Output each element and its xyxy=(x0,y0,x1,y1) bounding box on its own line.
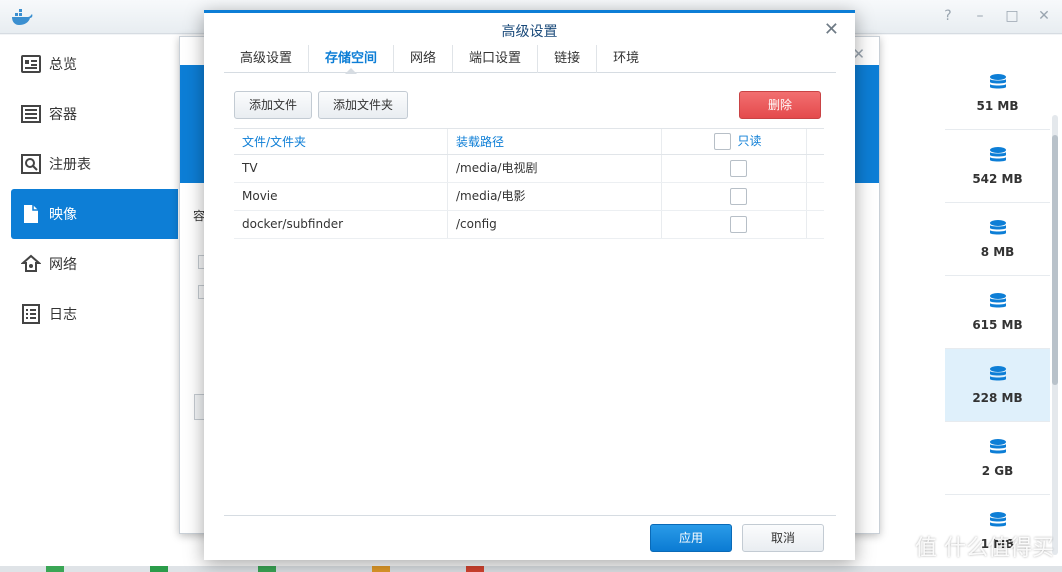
read-only-checkbox[interactable] xyxy=(729,188,747,205)
advanced-settings-dialog: 高级设置 ✕ 高级设置 存储空间 网络 端口设置 链接 环境 添加文件 添加文件… xyxy=(204,10,855,560)
list-item[interactable]: 542 MB xyxy=(945,130,1050,203)
footer-divider xyxy=(224,515,836,516)
taskbar-app-icon[interactable] xyxy=(150,566,168,572)
tab-port-settings[interactable]: 端口设置 xyxy=(453,45,539,73)
sidebar-item-label: 映像 xyxy=(49,207,77,223)
tab-network[interactable]: 网络 xyxy=(394,45,454,73)
sidebar-item-log[interactable]: 日志 xyxy=(11,289,179,339)
watermark: 值 什么值得买 xyxy=(915,530,1054,562)
database-icon xyxy=(989,74,1006,89)
list-item[interactable]: 2 GB xyxy=(945,422,1050,495)
read-only-cell xyxy=(662,211,807,238)
minimize-icon[interactable]: – xyxy=(972,8,988,24)
log-icon xyxy=(21,304,41,324)
sidebar-item-label: 网络 xyxy=(49,257,77,273)
help-icon[interactable]: ? xyxy=(940,8,956,24)
image-size: 615 MB xyxy=(972,318,1023,332)
image-size: 51 MB xyxy=(976,99,1019,113)
file-cell: Movie xyxy=(234,183,448,210)
cancel-button[interactable]: 取消 xyxy=(742,524,824,552)
add-file-button[interactable]: 添加文件 xyxy=(234,91,312,119)
list-item[interactable]: 615 MB xyxy=(945,276,1050,349)
taskbar-app-icon[interactable] xyxy=(46,566,64,572)
database-icon xyxy=(989,293,1006,308)
list-item[interactable]: 51 MB xyxy=(945,57,1050,130)
sidebar-item-container[interactable]: 容器 xyxy=(11,89,179,139)
list-item[interactable]: 228 MB xyxy=(945,349,1050,422)
image-size: 542 MB xyxy=(972,172,1023,186)
column-filler xyxy=(807,129,824,154)
mount-path-cell: /media/电视剧 xyxy=(448,155,662,182)
database-icon xyxy=(989,147,1006,162)
database-icon xyxy=(989,439,1006,454)
sidebar-item-label: 注册表 xyxy=(49,157,91,173)
database-icon xyxy=(989,220,1006,235)
volume-table: 文件/文件夹 装载路径 只读 TV /media/电视剧 Movie /medi… xyxy=(234,128,824,239)
read-only-cell xyxy=(662,155,807,182)
read-only-checkbox[interactable] xyxy=(729,216,747,233)
close-window-icon[interactable]: ✕ xyxy=(1036,8,1052,24)
overview-icon xyxy=(21,54,41,74)
column-header-file[interactable]: 文件/文件夹 xyxy=(234,129,448,154)
column-header-mount-path[interactable]: 装载路径 xyxy=(448,129,662,154)
sidebar-item-overview[interactable]: 总览 xyxy=(11,39,179,89)
database-icon xyxy=(989,512,1006,527)
column-header-read-only: 只读 xyxy=(662,129,807,154)
taskbar-app-icon[interactable] xyxy=(372,566,390,572)
sidebar-item-network[interactable]: 网络 xyxy=(11,239,179,289)
close-icon[interactable]: ✕ xyxy=(824,19,839,40)
read-only-checkbox[interactable] xyxy=(729,160,747,177)
tab-advanced[interactable]: 高级设置 xyxy=(224,45,310,73)
tab-bar: 高级设置 存储空间 网络 端口设置 链接 环境 xyxy=(224,45,836,74)
tab-storage[interactable]: 存储空间 xyxy=(309,45,395,74)
read-only-label: 只读 xyxy=(737,134,762,148)
tab-links[interactable]: 链接 xyxy=(538,45,598,73)
table-header: 文件/文件夹 装载路径 只读 xyxy=(234,128,824,155)
table-row[interactable]: docker/subfinder /config xyxy=(234,211,824,239)
taskbar-app-icon[interactable] xyxy=(466,566,484,572)
add-folder-button[interactable]: 添加文件夹 xyxy=(318,91,408,119)
dialog-title: 高级设置 xyxy=(501,24,558,40)
container-icon xyxy=(21,104,41,124)
read-only-all-checkbox[interactable] xyxy=(714,133,732,150)
image-size: 228 MB xyxy=(972,391,1023,405)
window-controls: ? – □ ✕ xyxy=(940,8,1052,24)
tab-environment[interactable]: 环境 xyxy=(597,45,655,73)
image-icon xyxy=(21,204,41,224)
scrollbar[interactable] xyxy=(1052,115,1058,555)
scrollbar-thumb[interactable] xyxy=(1052,135,1058,385)
sidebar: 总览 容器 注册表 映像 网络 日志 xyxy=(0,35,179,572)
database-icon xyxy=(989,366,1006,381)
apply-button[interactable]: 应用 xyxy=(650,524,732,552)
registry-icon xyxy=(21,154,41,174)
maximize-icon[interactable]: □ xyxy=(1004,8,1020,24)
column-filler xyxy=(807,155,824,182)
read-only-cell xyxy=(662,183,807,210)
column-filler xyxy=(807,211,824,238)
taskbar-app-icon[interactable] xyxy=(258,566,276,572)
sidebar-item-image[interactable]: 映像 xyxy=(11,189,179,239)
docker-logo-icon xyxy=(12,9,33,25)
watermark-text: 值 什么值得买 xyxy=(915,536,1054,561)
sidebar-item-label: 日志 xyxy=(49,307,77,323)
sidebar-item-label: 总览 xyxy=(49,57,77,73)
table-row[interactable]: Movie /media/电影 xyxy=(234,183,824,211)
mount-path-cell: /media/电影 xyxy=(448,183,662,210)
list-item[interactable]: 8 MB xyxy=(945,203,1050,276)
network-icon xyxy=(21,254,41,274)
file-cell: TV xyxy=(234,155,448,182)
table-row[interactable]: TV /media/电视剧 xyxy=(234,155,824,183)
image-size-list: 51 MB 542 MB 8 MB 615 MB 228 MB 2 GB 1 M… xyxy=(945,35,1062,572)
sidebar-item-registry[interactable]: 注册表 xyxy=(11,139,179,189)
image-size: 2 GB xyxy=(981,464,1014,478)
delete-button[interactable]: 删除 xyxy=(739,91,821,119)
sidebar-item-label: 容器 xyxy=(49,107,77,123)
file-cell: docker/subfinder xyxy=(234,211,448,238)
mount-path-cell: /config xyxy=(448,211,662,238)
image-size: 8 MB xyxy=(980,245,1015,259)
column-filler xyxy=(807,183,824,210)
